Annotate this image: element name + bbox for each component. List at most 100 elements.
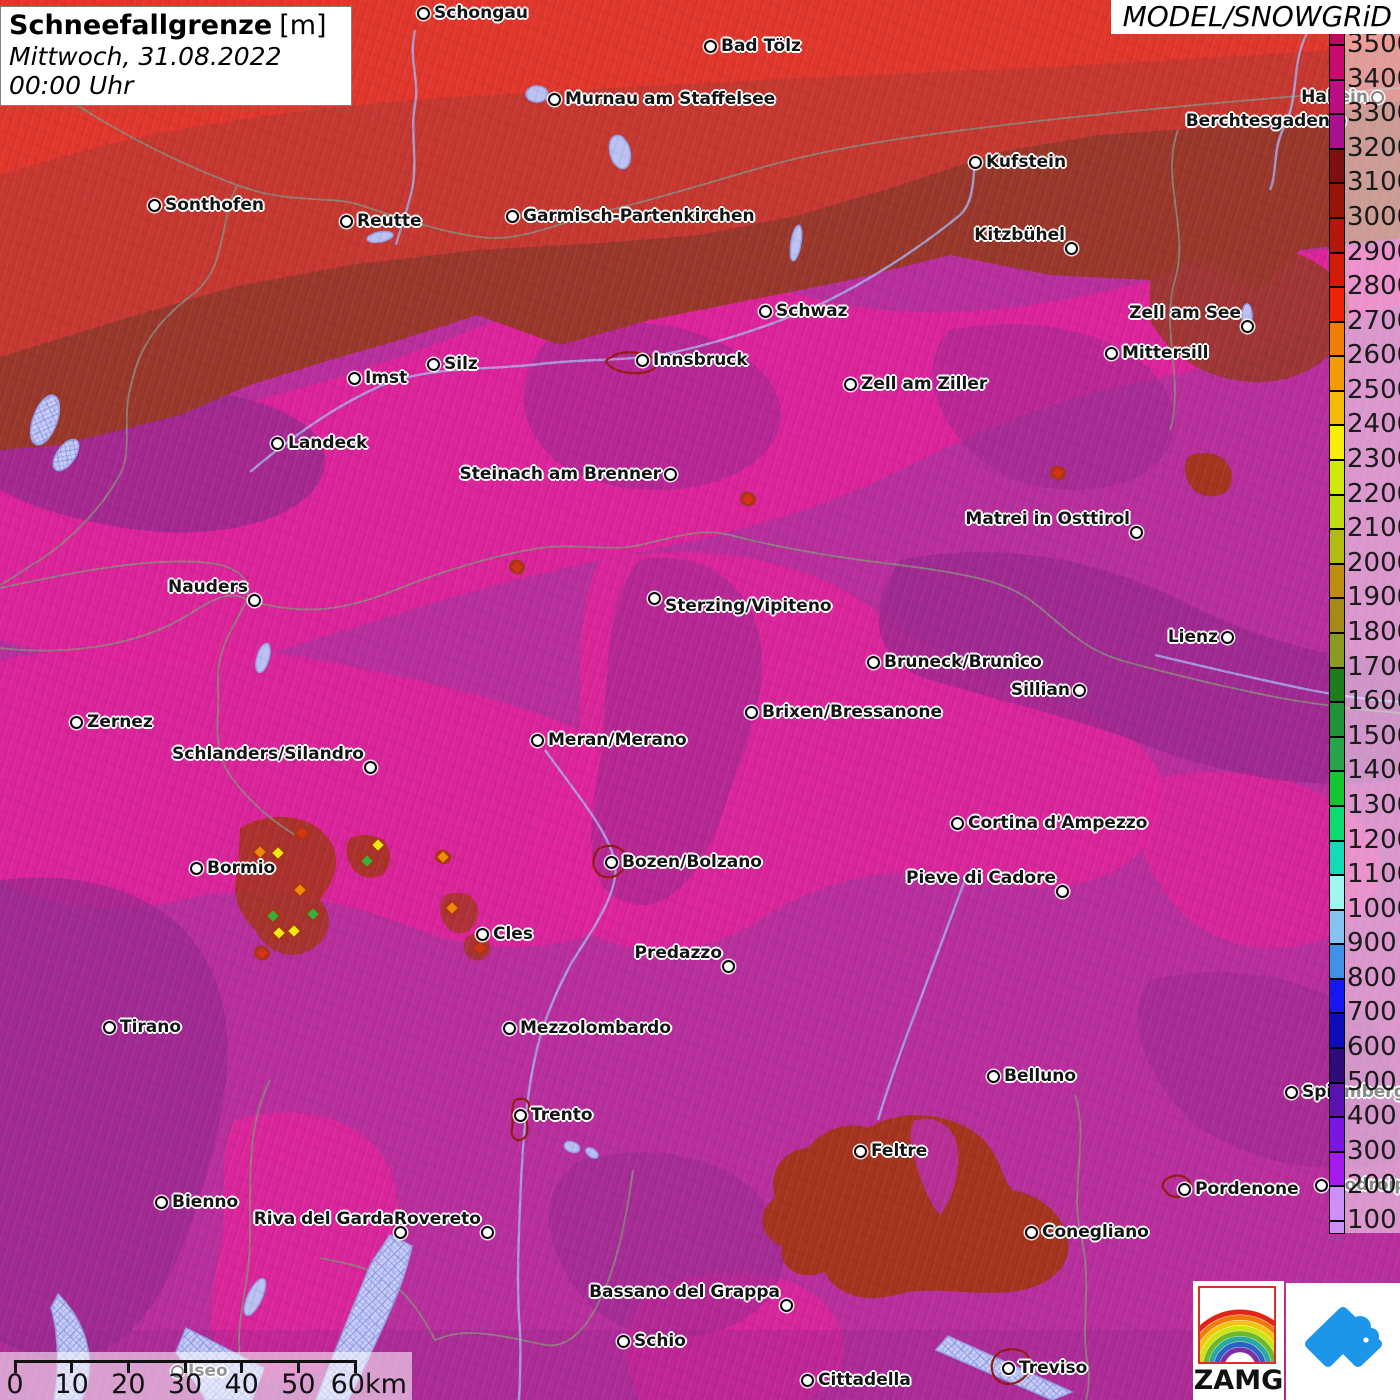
city-dot-icon: [271, 437, 284, 450]
city-dot-icon: [648, 592, 661, 605]
colorbar-value-label: 500: [1347, 1067, 1397, 1097]
colorbar-value-label: 1400: [1347, 755, 1400, 785]
city-label: Predazzo: [635, 943, 722, 963]
colorbar-tick: [1330, 701, 1344, 703]
colorbar-value-label: 2500: [1347, 375, 1400, 405]
city-dot-icon: [605, 856, 618, 869]
city-label: Cortina d'Ampezzo: [968, 813, 1147, 833]
colorbar-segment: [1330, 460, 1344, 495]
colorbar-value-label: 600: [1347, 1032, 1397, 1062]
colorbar-tick: [1330, 874, 1344, 876]
colorbar-value-label: 1500: [1347, 721, 1400, 751]
snowgrid-logo: [1286, 1283, 1400, 1400]
city-dot-icon: [155, 1196, 168, 1209]
colorbar-value-label: 900: [1347, 928, 1397, 958]
colorbar-value-label: 1600: [1347, 686, 1400, 716]
city-label: Silz: [444, 354, 478, 374]
city-dot-icon: [531, 734, 544, 747]
zamg-rainbow-arc: [1222, 1350, 1258, 1362]
city-label: Cittadella: [818, 1370, 911, 1390]
colorbar-segment: [1330, 322, 1344, 357]
city-label: Mezzolombardo: [520, 1018, 671, 1038]
scalebar-label: 40: [224, 1369, 258, 1400]
city-label: Reutte: [357, 211, 422, 231]
city-dot-icon: [70, 716, 83, 729]
colorbar-segment: [1330, 149, 1344, 184]
snowgrid-mountain-cloud-icon: [1297, 1296, 1389, 1388]
colorbar-segment: [1330, 1186, 1344, 1221]
colorbar-tick: [1330, 840, 1344, 842]
colorbar-tick: [1330, 113, 1344, 115]
colorbar-tick: [1330, 1151, 1344, 1153]
city-label: Lienz: [1168, 627, 1218, 647]
colorbar-value-label: 2900: [1347, 237, 1400, 267]
colorbar-segment: [1330, 564, 1344, 599]
colorbar-tick: [1330, 943, 1344, 945]
city-dot-icon: [248, 594, 261, 607]
city-label: Kitzbühel: [974, 225, 1065, 245]
city-dot-icon: [190, 862, 203, 875]
colorbar-tick: [1330, 1082, 1344, 1084]
city-dot-icon: [969, 156, 982, 169]
colorbar-value-label: 3200: [1347, 133, 1400, 163]
map-title: Schneefallgrenze[m]: [9, 10, 345, 41]
colorbar-segment: [1330, 633, 1344, 668]
city-label: Schio: [634, 1331, 686, 1351]
city-dot-icon: [844, 378, 857, 391]
colorbar-value-label: 700: [1347, 997, 1397, 1027]
city-label: Treviso: [1019, 1358, 1087, 1378]
scalebar-label: 50: [281, 1369, 315, 1400]
colorbar-segment: [1330, 979, 1344, 1014]
scalebar-label: 30: [168, 1369, 202, 1400]
colorbar-segment: [1330, 114, 1344, 149]
city-dot-icon: [759, 305, 772, 318]
city-dot-icon: [1025, 1226, 1038, 1239]
city-dot-icon: [636, 354, 649, 367]
city-dot-icon: [1221, 631, 1234, 644]
colorbar-segment: [1330, 875, 1344, 910]
map-title-box: Schneefallgrenze[m] Mittwoch, 31.08.2022…: [0, 6, 352, 106]
city-label: Innsbruck: [653, 350, 748, 370]
colorbar-tick: [1330, 1220, 1344, 1222]
city-label: Bormio: [207, 858, 275, 878]
colorbar-segment: [1330, 183, 1344, 218]
city-label: Zell am Ziller: [861, 374, 987, 394]
city-label: Bad Tölz: [721, 36, 801, 56]
colorbar-segment: [1330, 425, 1344, 460]
colorbar-tick: [1330, 252, 1344, 254]
colorbar-tick: [1330, 1116, 1344, 1118]
colorbar-value-label: 1100: [1347, 859, 1400, 889]
city-dot-icon: [867, 656, 880, 669]
city-dot-icon: [340, 215, 353, 228]
city-dot-icon: [951, 817, 964, 830]
colorbar-tick: [1330, 632, 1344, 634]
city-label: Feltre: [871, 1141, 927, 1161]
city-dot-icon: [417, 7, 430, 20]
city-dot-icon: [854, 1145, 867, 1158]
city-dot-icon: [506, 210, 519, 223]
city-label: Cles: [493, 924, 533, 944]
city-label: Zell am See: [1129, 303, 1241, 323]
colorbar-tick: [1330, 79, 1344, 81]
colorbar-value-label: 200: [1347, 1170, 1397, 1200]
colorbar-segment: [1330, 80, 1344, 115]
colorbar-segment: [1330, 1048, 1344, 1083]
colorbar-tick: [1330, 736, 1344, 738]
city-label: Rovereto: [394, 1209, 481, 1229]
colorbar-segment: [1330, 841, 1344, 876]
colorbar-value-label: 1000: [1347, 894, 1400, 924]
colorbar-segment: [1330, 253, 1344, 288]
city-label: Garmisch-Partenkirchen: [523, 206, 755, 226]
city-dot-icon: [103, 1021, 116, 1034]
colorbar-tick: [1330, 1185, 1344, 1187]
city-dot-icon: [548, 93, 561, 106]
colorbar-segment: [1330, 356, 1344, 391]
colorbar-segment: [1330, 771, 1344, 806]
colorbar-value-label: 3300: [1347, 98, 1400, 128]
colorbar-segment: [1330, 598, 1344, 633]
city-dot-icon: [481, 1226, 494, 1239]
colorbar-tick: [1330, 321, 1344, 323]
city-label: Trento: [531, 1105, 593, 1125]
city-label: Landeck: [288, 433, 368, 453]
city-label: Belluno: [1004, 1066, 1076, 1086]
